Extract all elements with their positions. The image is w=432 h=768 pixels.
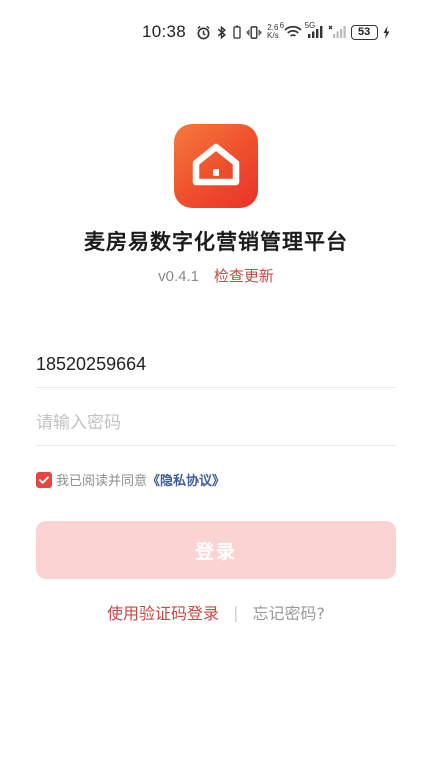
status-bar: 10:38 2.6 K/s 6 5G 53 [0, 0, 432, 64]
privacy-agreement: 我已阅读并同意 《隐私协议》 [36, 470, 225, 489]
privacy-policy-link[interactable]: 《隐私协议》 [147, 470, 225, 489]
signal-icon [328, 25, 346, 39]
sms-login-link[interactable]: 使用验证码登录 [107, 600, 219, 624]
app-logo [174, 124, 258, 208]
login-screen: 10:38 2.6 K/s 6 5G 53 麦房易数字化营销管理平台 v0.4.… [0, 0, 432, 768]
status-icons: 2.6 K/s 6 5G 53 [196, 21, 390, 40]
password-input[interactable] [36, 400, 396, 446]
app-title: 麦房易数字化营销管理平台 [84, 230, 348, 254]
app-version: v0.4.1 [158, 268, 200, 285]
bottom-links: 使用验证码登录 | 忘记密码? [0, 600, 432, 624]
agree-checkbox[interactable] [36, 471, 52, 488]
bluetooth-icon [216, 25, 228, 40]
house-icon [190, 141, 242, 191]
net-speed-unit: K/s [267, 31, 279, 40]
phone-input[interactable] [36, 342, 396, 388]
net-speed: 2.6 K/s [267, 24, 279, 40]
version-row: v0.4.1 检查更新 [0, 265, 432, 286]
signal-badge: 5G [304, 21, 316, 30]
check-update-link[interactable]: 检查更新 [214, 267, 274, 285]
charging-icon [383, 25, 390, 39]
link-divider: | [233, 602, 239, 622]
battery-indicator: 53 [350, 24, 378, 40]
alarm-icon [196, 25, 211, 40]
vibrate-icon [246, 25, 262, 40]
signal-5g-icon: 5G [305, 21, 323, 39]
wifi-badge: 6 [279, 21, 285, 30]
wifi-icon: 6 [280, 21, 302, 39]
agree-text: 我已阅读并同意 [56, 474, 148, 489]
login-button[interactable]: 登录 [36, 521, 396, 579]
forgot-password-link[interactable]: 忘记密码? [252, 600, 325, 624]
battery-small-icon [233, 25, 241, 39]
check-icon [39, 475, 49, 484]
status-time: 10:38 [142, 22, 187, 41]
